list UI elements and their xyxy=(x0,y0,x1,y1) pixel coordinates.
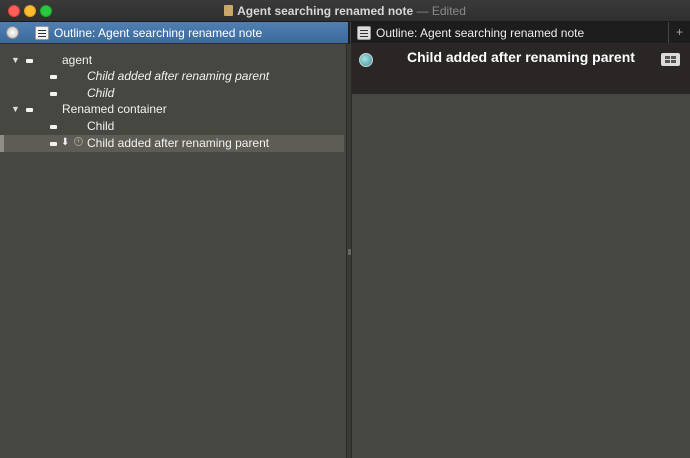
outline-row-text[interactable]: Child xyxy=(87,119,114,133)
new-tab-button[interactable]: + xyxy=(668,22,690,43)
tab-label: Outline: Agent searching renamed note xyxy=(376,25,585,40)
outline-pane[interactable]: ▼ agent Child added after renaming paren… xyxy=(0,44,346,458)
tab-close-icon[interactable] xyxy=(6,26,19,39)
tab-outline-left[interactable]: Outline: Agent searching renamed note xyxy=(0,22,348,43)
disclosure-triangle-icon[interactable]: ▼ xyxy=(11,104,20,114)
grid-view-icon[interactable] xyxy=(661,53,680,66)
outline-row[interactable]: ▼ Renamed container xyxy=(0,101,344,118)
outline-row[interactable]: Child added after renaming parent xyxy=(0,68,344,85)
window-title: Agent searching renamed note — Edited xyxy=(0,4,690,18)
window-title-separator: — xyxy=(416,4,429,18)
add-child-icon[interactable]: + xyxy=(74,137,83,146)
outline-row-text[interactable]: Child added after renaming parent xyxy=(87,136,269,150)
outline-bullet-icon[interactable] xyxy=(50,75,57,79)
document-icon xyxy=(224,5,234,16)
tab-outline-right[interactable]: Outline: Agent searching renamed note xyxy=(350,22,668,43)
outline-view-icon xyxy=(357,25,371,40)
outline-bullet-icon[interactable] xyxy=(26,59,33,63)
outline-row[interactable]: ▼ agent xyxy=(0,52,344,69)
note-pane[interactable]: Child added after renaming parent xyxy=(352,44,690,458)
note-title[interactable]: Child added after renaming parent xyxy=(407,49,635,65)
note-badge-icon[interactable] xyxy=(359,53,373,67)
note-header: Child added after renaming parent xyxy=(352,44,690,94)
outline-row-text[interactable]: Child added after renaming parent xyxy=(87,69,269,83)
tab-label: Outline: Agent searching renamed note xyxy=(54,25,263,40)
outline-bullet-icon[interactable] xyxy=(50,142,57,146)
outline-row-selected[interactable]: ⬇ + Child added after renaming parent xyxy=(0,135,344,152)
outline-row[interactable]: Child xyxy=(0,85,344,102)
disclosure-triangle-icon[interactable]: ▼ xyxy=(11,55,20,65)
outline-row-text[interactable]: Child xyxy=(87,86,114,100)
outline-row-text[interactable]: Renamed container xyxy=(62,102,167,116)
splitter-grip-icon[interactable] xyxy=(348,249,351,255)
window-title-text: Agent searching renamed note xyxy=(237,4,414,18)
outline-bullet-icon[interactable] xyxy=(26,108,33,112)
outline-view-icon xyxy=(35,25,49,40)
outline-row-text[interactable]: agent xyxy=(62,53,92,67)
outline-bullet-icon[interactable] xyxy=(50,92,57,96)
tab-bar: Outline: Agent searching renamed note Ou… xyxy=(0,22,690,43)
window-titlebar: Agent searching renamed note — Edited xyxy=(0,0,690,22)
edited-status: Edited xyxy=(431,4,466,18)
arrow-down-icon[interactable]: ⬇ xyxy=(61,137,69,148)
outline-bullet-icon[interactable] xyxy=(50,125,57,129)
outline-row[interactable]: Child xyxy=(0,118,344,135)
